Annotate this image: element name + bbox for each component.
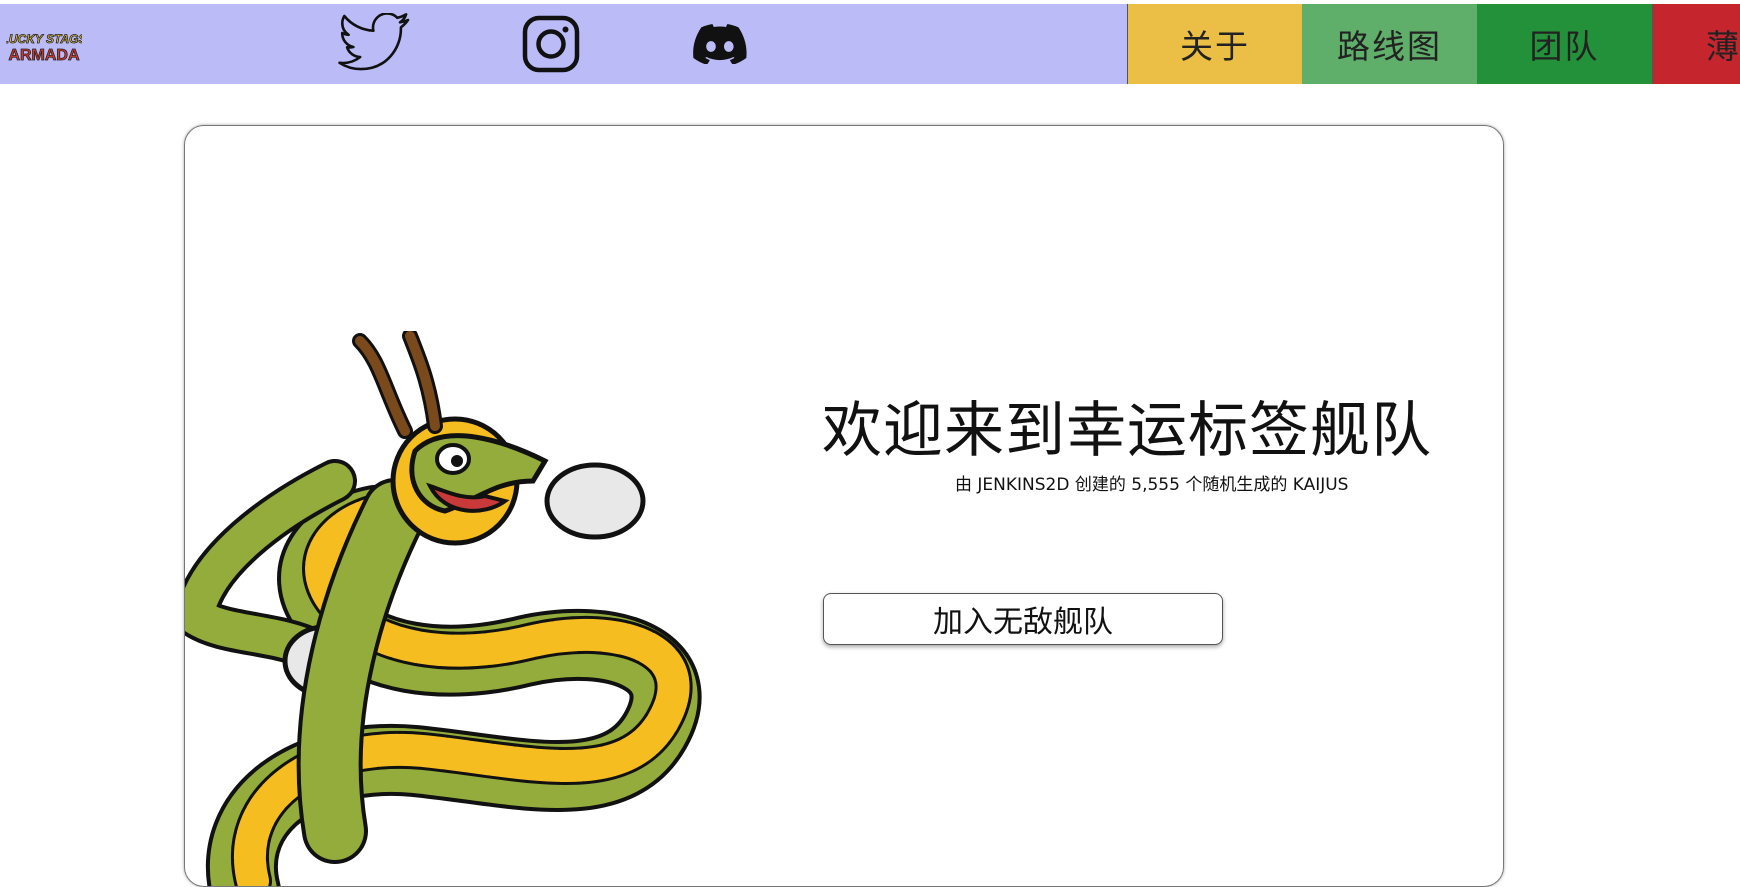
nav-tab-about[interactable]: 关于 [1127, 4, 1302, 84]
nav-tab-about-label: 关于 [1180, 27, 1250, 66]
hero-subtitle: 由 JENKINS2D 创建的 5,555 个随机生成的 KAIJUS [955, 475, 1349, 495]
nav-tab-team[interactable]: 团队 [1477, 4, 1652, 84]
hero-card: 欢迎来到幸运标签舰队 由 JENKINS2D 创建的 5,555 个随机生成的 … [184, 125, 1504, 887]
nav-tab-roadmap-label: 路线图 [1337, 27, 1442, 66]
nav-tab-partial-label: 薄 [1706, 27, 1740, 66]
nav-tab-roadmap[interactable]: 路线图 [1302, 4, 1477, 84]
dragon-illustration [185, 331, 702, 886]
join-armada-button[interactable]: 加入无敌舰队 [823, 593, 1223, 645]
hero-title: 欢迎来到幸运标签舰队 [822, 396, 1432, 466]
svg-text:ARMADA: ARMADA [8, 47, 80, 64]
nav-tab-team-label: 团队 [1529, 27, 1600, 66]
discord-link[interactable] [692, 4, 748, 84]
lucky-stags-armada-logo[interactable]: LUCKY STAGS ARMADA [6, 30, 82, 64]
svg-text:LUCKY STAGS: LUCKY STAGS [6, 32, 82, 46]
instagram-icon [522, 15, 580, 73]
nav-tab-partial[interactable]: 薄 [1652, 4, 1740, 84]
twitter-link[interactable] [338, 4, 410, 84]
twitter-icon [338, 13, 410, 71]
instagram-link[interactable] [521, 4, 581, 84]
discord-icon [693, 24, 747, 64]
